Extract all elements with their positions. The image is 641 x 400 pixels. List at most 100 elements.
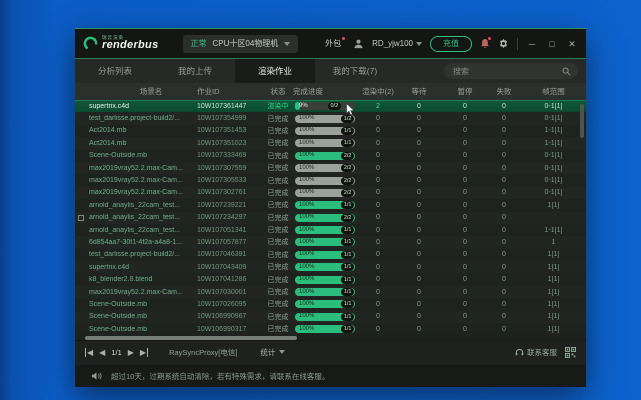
table-row[interactable]: arnold_anaylis_22cam_test... 10W10723922…: [75, 199, 586, 211]
zone-dropdown[interactable]: 正常 CPU十区04物理机: [183, 35, 299, 53]
column-header-2[interactable]: 状态: [263, 86, 293, 97]
table-row[interactable]: max2019vray52.2.max-Cam... 10W107307559 …: [75, 162, 586, 174]
failed-count-cell: 0: [487, 227, 521, 234]
progress-cell: 100% 1/1: [293, 263, 361, 271]
transfer-engine-label[interactable]: RaySyncProxy[电信]: [169, 347, 237, 358]
table-row[interactable]: supertrix.c4d 10W107361447 渲染中 9% 0/2 2 …: [75, 100, 586, 112]
progress-cell: 100% 1/1: [293, 238, 361, 246]
vertical-scrollbar-thumb[interactable]: [580, 104, 584, 138]
close-button[interactable]: ✕: [566, 38, 578, 50]
notification-bell-icon[interactable]: [480, 38, 490, 49]
progress-cell: 100% 1/1: [293, 325, 361, 333]
table-row[interactable]: max2019vray52.2.max-Cam... 10W107302761 …: [75, 187, 586, 199]
horizontal-scrollbar[interactable]: [75, 335, 586, 340]
failed-count-cell: 0: [487, 251, 521, 258]
scene-name-cell: max2019vray52.2.max-Cam...: [75, 189, 197, 196]
paused-count-cell: 0: [443, 264, 487, 271]
progress-bar: 100% 1/1: [295, 139, 355, 147]
table-row[interactable]: test_darlisse.project-build2/... 10W1070…: [75, 249, 586, 261]
progress-cell: 100% 2/2: [293, 189, 361, 197]
row-checkbox[interactable]: [78, 153, 84, 159]
minimize-button[interactable]: ─: [526, 38, 538, 50]
column-header-4[interactable]: 渲染中(2): [361, 86, 395, 97]
row-checkbox[interactable]: [78, 202, 84, 208]
table-row[interactable]: k8_blender2.8.blend 10W107041286 已完成 100…: [75, 273, 586, 285]
table-row[interactable]: arnold_anaylis_22cam_test... 10W10705134…: [75, 224, 586, 236]
row-checkbox[interactable]: [78, 140, 84, 146]
row-checkbox[interactable]: [78, 178, 84, 184]
table-row[interactable]: max2019vray52.2.max-Cam... 10W107305533 …: [75, 174, 586, 186]
row-checkbox[interactable]: [78, 128, 84, 134]
column-header-8[interactable]: 帧范围: [521, 86, 586, 97]
zone-status: 正常: [191, 38, 207, 49]
last-page-button[interactable]: ▶: [140, 348, 148, 357]
settings-gear-icon[interactable]: [498, 38, 509, 49]
contact-support-button[interactable]: 联系客服: [515, 347, 557, 358]
chevron-down-icon: [416, 42, 422, 46]
recharge-button[interactable]: 充值: [430, 36, 472, 52]
search-icon: [562, 67, 571, 76]
column-header-1[interactable]: 作业ID: [197, 86, 263, 97]
horizontal-scrollbar-thumb[interactable]: [85, 336, 297, 340]
progress-cell: 100% 1/1: [293, 226, 361, 234]
row-checkbox[interactable]: [78, 227, 84, 233]
stats-dropdown[interactable]: 统计: [260, 347, 285, 358]
paused-count-cell: 0: [443, 239, 487, 246]
row-checkbox[interactable]: [78, 277, 84, 283]
tab-3[interactable]: 我的下载(7): [315, 59, 395, 83]
table-row[interactable]: max2019vray52.2.max-Cam... 10W107030001 …: [75, 286, 586, 298]
row-checkbox[interactable]: [78, 252, 84, 258]
rendering-count-cell: 0: [361, 214, 395, 221]
chevron-down-icon: [284, 42, 290, 46]
row-checkbox[interactable]: [78, 301, 84, 307]
account-menu[interactable]: RD_yjw100: [372, 39, 422, 48]
table-row[interactable]: 6d854aa7-30f1-4f2a-a4a8-1... 10W10705787…: [75, 236, 586, 248]
waiting-count-cell: 0: [395, 152, 443, 159]
search-input[interactable]: [451, 66, 558, 77]
progress-bar: 100% 1/1: [295, 288, 355, 296]
column-header-5[interactable]: 等待: [395, 86, 443, 97]
maximize-button[interactable]: □: [546, 38, 558, 50]
table-row[interactable]: arnold_anaylis_22cam_test... 10W10723429…: [75, 212, 586, 224]
table-row[interactable]: test_darlisse.project-build2/... 10W1073…: [75, 112, 586, 124]
row-checkbox[interactable]: [78, 239, 84, 245]
outsource-link[interactable]: 外包: [325, 38, 345, 49]
table-row[interactable]: supertrix.c4d 10W107043409 已完成 100% 1/1 …: [75, 261, 586, 273]
status-cell: 已完成: [263, 126, 293, 136]
scene-name-cell: arnold_anaylis_22cam_test...: [75, 227, 197, 234]
tab-2[interactable]: 渲染作业: [235, 59, 315, 83]
table-row[interactable]: Act2014.mb 10W107351453 已完成 100% 1/1 0 0…: [75, 125, 586, 137]
row-checkbox[interactable]: [78, 326, 84, 332]
column-header-7[interactable]: 失败: [487, 86, 521, 97]
page-indicator: 1/1: [111, 348, 121, 357]
row-checkbox[interactable]: [78, 314, 84, 320]
prev-page-button[interactable]: ◀: [99, 348, 105, 357]
row-checkbox[interactable]: [78, 264, 84, 270]
row-checkbox[interactable]: [78, 215, 84, 221]
tab-0[interactable]: 分析列表: [75, 59, 155, 83]
scene-name-cell: max2019vray52.2.max-Cam...: [75, 177, 197, 184]
row-checkbox[interactable]: [78, 165, 84, 171]
table-row[interactable]: Scene-Outside.mb 10W106990317 已完成 100% 1…: [75, 323, 586, 335]
table-row[interactable]: Scene-Outside.mb 10W106990967 已完成 100% 1…: [75, 311, 586, 323]
column-header-0[interactable]: 场景名: [75, 86, 197, 97]
first-page-button[interactable]: ◀: [85, 348, 93, 357]
next-page-button[interactable]: ▶: [128, 348, 134, 357]
frame-range-cell: 1[1]: [521, 202, 586, 209]
progress-fraction-badge: 1/1: [341, 288, 354, 296]
search-box[interactable]: [444, 63, 578, 79]
vertical-scrollbar[interactable]: [580, 104, 584, 214]
table-row[interactable]: Act2014.mb 10W107351023 已完成 100% 1/1 0 0…: [75, 137, 586, 149]
column-header-6[interactable]: 暂停: [443, 86, 487, 97]
table-row[interactable]: Scene-Outside.mb 10W107333469 已完成 100% 2…: [75, 150, 586, 162]
row-checkbox[interactable]: [78, 289, 84, 295]
qr-code-icon[interactable]: [565, 347, 576, 358]
row-checkbox[interactable]: [78, 116, 84, 122]
column-header-3[interactable]: 完成进度: [293, 86, 361, 97]
job-id-cell: 10W107041286: [197, 276, 263, 283]
row-checkbox[interactable]: [78, 190, 84, 196]
tab-1[interactable]: 我的上传: [155, 59, 235, 83]
table-row[interactable]: Scene-Outside.mb 10W107026095 已完成 100% 1…: [75, 298, 586, 310]
rendering-count-cell: 0: [361, 227, 395, 234]
row-checkbox[interactable]: [78, 103, 84, 109]
